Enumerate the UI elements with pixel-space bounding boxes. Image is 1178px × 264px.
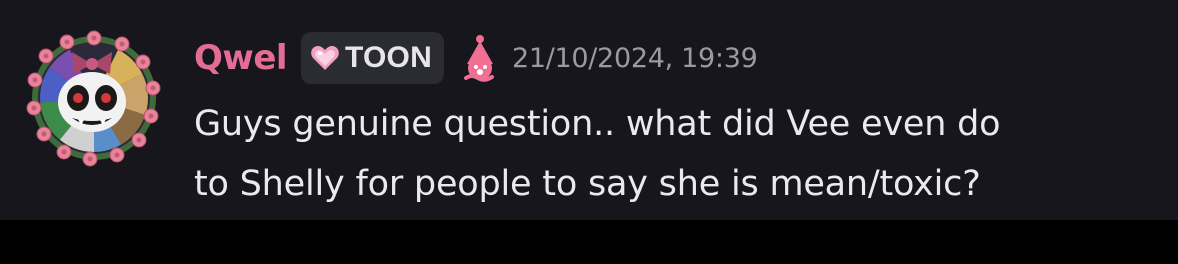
pink-clown-hat-icon[interactable] bbox=[458, 34, 502, 82]
server-tag-label: TOON bbox=[345, 41, 432, 74]
chat-message: Qwel TOON 21/10/2024, 19:39 Guys genuine… bbox=[0, 0, 1178, 220]
message-content: Guys genuine question.. what did Vee eve… bbox=[194, 94, 1154, 214]
avatar[interactable] bbox=[24, 28, 164, 168]
pink-heart-icon bbox=[311, 46, 339, 70]
message-content-line: to Shelly for people to say she is mean/… bbox=[194, 164, 981, 204]
username[interactable]: Qwel bbox=[194, 38, 288, 78]
message-header: Qwel TOON 21/10/2024, 19:39 bbox=[194, 30, 758, 86]
message-content-line: Guys genuine question.. what did Vee eve… bbox=[194, 104, 1001, 144]
message-timestamp: 21/10/2024, 19:39 bbox=[511, 42, 758, 74]
avatar-image bbox=[26, 30, 161, 167]
server-tag[interactable]: TOON bbox=[301, 32, 444, 84]
